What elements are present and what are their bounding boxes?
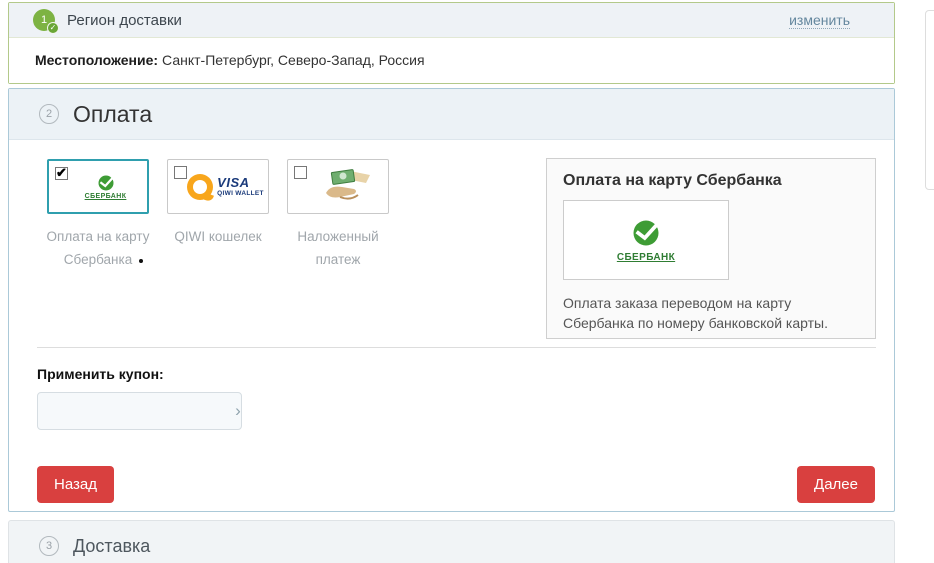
payment-section-title: Оплата xyxy=(73,101,152,128)
payment-option-qiwi: VISA QIWI WALLET QIWI кошелек xyxy=(167,159,269,272)
info-panel-description: Оплата заказа переводом на карту Сбербан… xyxy=(563,293,859,334)
cursor-dot xyxy=(139,259,143,263)
step-complete-check-icon: ✓ xyxy=(47,22,59,34)
info-panel-title: Оплата на карту Сбербанка xyxy=(563,172,859,190)
info-panel-logo-box: СБЕРБАНК xyxy=(563,200,729,280)
coupon-input[interactable] xyxy=(38,393,235,429)
visa-wordmark: VISA xyxy=(217,176,264,189)
payment-option-qiwi-box[interactable]: VISA QIWI WALLET xyxy=(167,159,269,214)
change-region-link[interactable]: изменить xyxy=(789,12,850,29)
delivery-section-title: Доставка xyxy=(73,536,150,557)
payment-section: 2 Оплата СБЕРБАНК xyxy=(8,88,895,512)
sberbank-logo-icon: СБЕРБАНК xyxy=(68,165,143,208)
region-section-header: 1 ✓ Регион доставки изменить xyxy=(9,3,894,38)
cash-on-delivery-icon xyxy=(307,164,384,209)
qiwi-q-icon xyxy=(187,174,213,200)
step-3-badge: 3 xyxy=(39,536,59,556)
sberbank-emblem-icon xyxy=(97,174,115,192)
back-button[interactable]: Назад xyxy=(37,466,114,503)
qiwi-logo-icon: VISA QIWI WALLET xyxy=(187,164,264,209)
sidebar-panel-edge xyxy=(925,10,934,190)
step-2-badge: 2 xyxy=(39,104,59,124)
step-1-complete-badge: 1 ✓ xyxy=(33,9,55,31)
qiwi-wallet-wordmark: QIWI WALLET xyxy=(217,191,264,198)
sberbank-option-label: Оплата на карту Сбербанка xyxy=(32,226,164,272)
location-value: Санкт-Петербург, Северо-Запад, Россия xyxy=(162,52,425,68)
payment-section-header: 2 Оплата xyxy=(9,89,894,140)
delivery-section-header: 3 Доставка xyxy=(8,520,895,563)
sberbank-emblem-large-icon xyxy=(631,218,661,248)
payment-option-sberbank-box[interactable]: СБЕРБАНК xyxy=(47,159,149,214)
location-label: Местоположение: xyxy=(35,52,158,68)
next-button[interactable]: Далее xyxy=(797,466,875,503)
coupon-label: Применить купон: xyxy=(37,366,164,382)
sberbank-checkbox[interactable] xyxy=(55,167,68,180)
region-location-row: Местоположение:Санкт-Петербург, Северо-З… xyxy=(9,38,894,83)
cod-option-label: Наложенный платеж xyxy=(272,226,404,272)
coupon-submit-chevron-icon[interactable]: › xyxy=(235,401,241,421)
coupon-field: › xyxy=(37,392,242,430)
step-1-number: 1 xyxy=(41,14,47,26)
region-section-title: Регион доставки xyxy=(67,12,182,29)
sberbank-wordmark-large: СБЕРБАНК xyxy=(617,252,675,263)
region-section: 1 ✓ Регион доставки изменить Местоположе… xyxy=(8,2,895,84)
sberbank-wordmark: СБЕРБАНК xyxy=(85,193,127,200)
cod-checkbox[interactable] xyxy=(294,166,307,179)
qiwi-checkbox[interactable] xyxy=(174,166,187,179)
qiwi-option-label: QIWI кошелек xyxy=(152,226,284,249)
checkout-page: 1 ✓ Регион доставки изменить Местоположе… xyxy=(0,0,934,563)
payment-options-row: СБЕРБАНК Оплата на карту Сбербанка xyxy=(47,159,407,272)
payment-info-panel: Оплата на карту Сбербанка СБЕРБАНК Оплат… xyxy=(546,158,876,339)
payment-divider xyxy=(37,347,876,348)
payment-option-cod: Наложенный платеж xyxy=(287,159,389,272)
payment-option-cod-box[interactable] xyxy=(287,159,389,214)
cash-hands-icon xyxy=(320,167,372,207)
payment-option-sberbank: СБЕРБАНК Оплата на карту Сбербанка xyxy=(47,159,149,272)
